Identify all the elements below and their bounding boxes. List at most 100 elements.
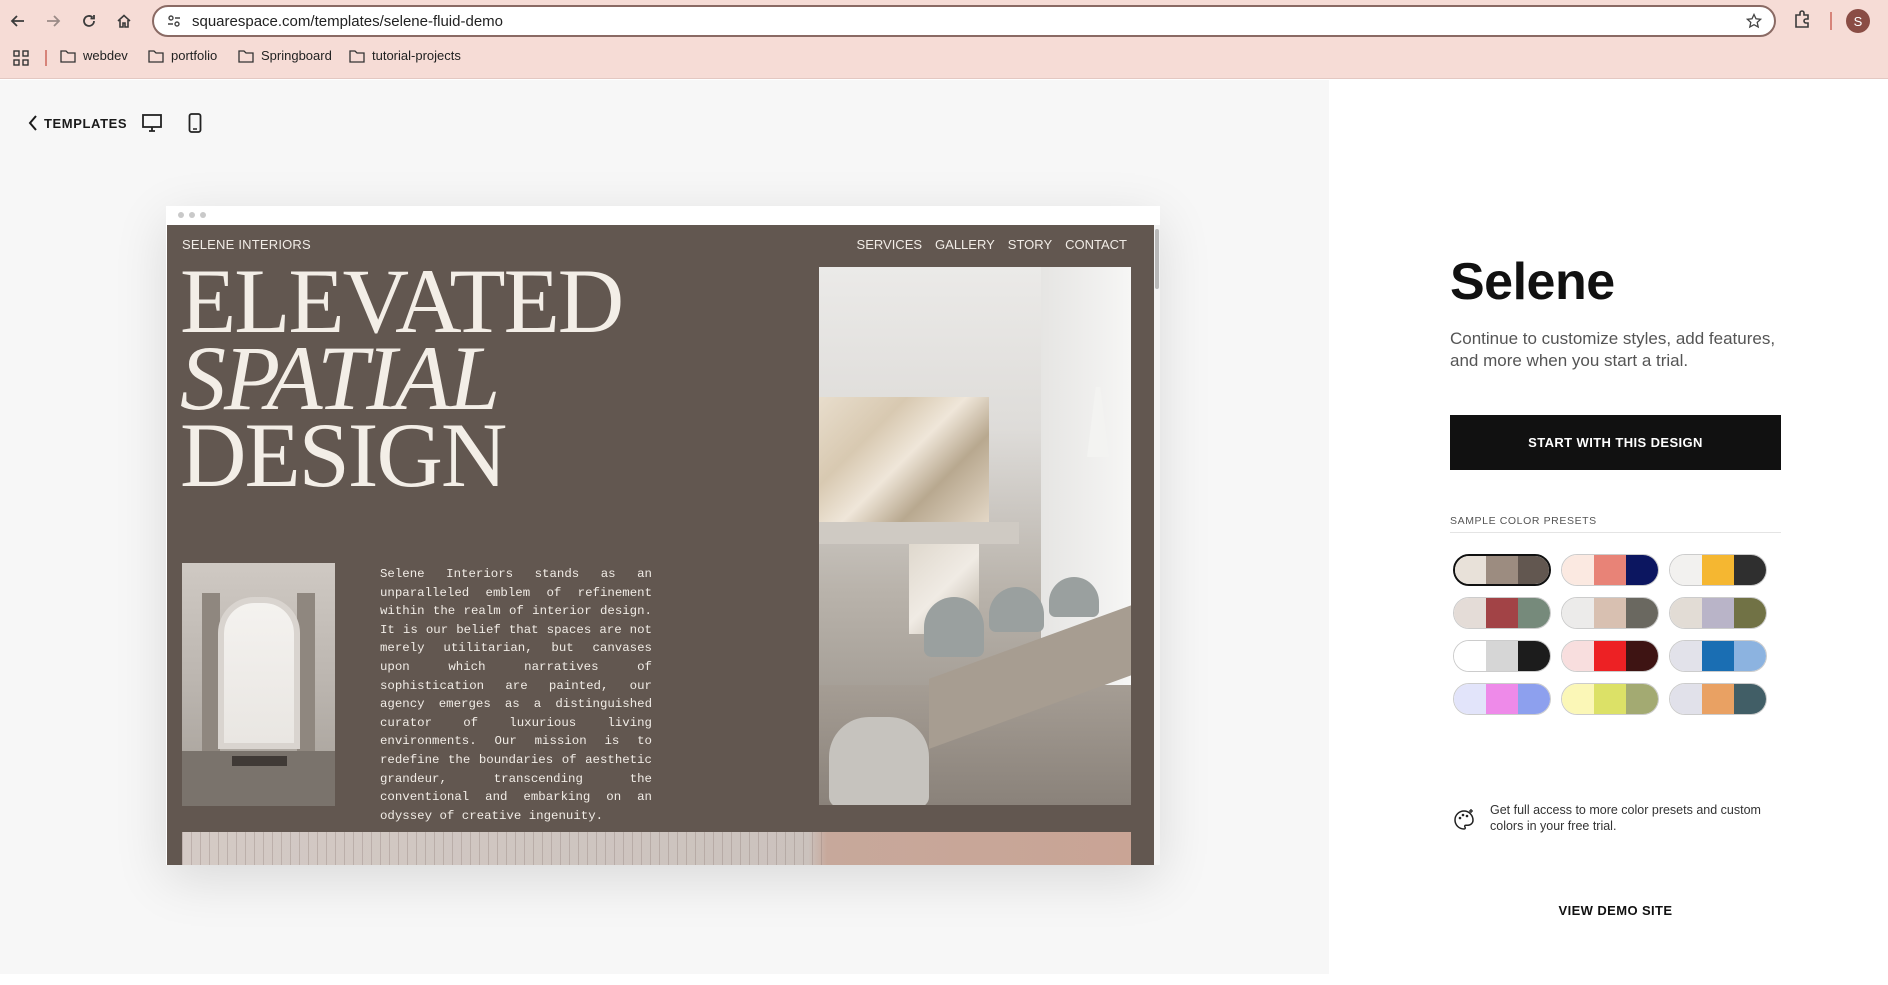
color-preset-4[interactable] — [1453, 597, 1551, 629]
folder-icon — [60, 49, 76, 63]
folder-icon — [148, 49, 164, 63]
color-preset-11[interactable] — [1561, 683, 1659, 715]
preset-swatch — [1562, 598, 1594, 628]
preset-swatch — [1734, 641, 1766, 671]
preset-swatch — [1562, 684, 1594, 714]
home-icon[interactable] — [111, 8, 137, 34]
preset-swatch — [1594, 555, 1626, 585]
view-demo-site-link[interactable]: VIEW DEMO SITE — [1450, 903, 1781, 918]
site-nav-services[interactable]: SERVICES — [857, 237, 923, 252]
preset-swatch — [1670, 598, 1702, 628]
bookmark-folder-webdev[interactable]: webdev — [60, 48, 128, 63]
headline-line-3: DESIGN — [180, 404, 507, 506]
template-info-panel: Selene Continue to customize styles, add… — [1329, 80, 1888, 985]
preset-swatch — [1455, 556, 1487, 584]
color-preset-9[interactable] — [1669, 640, 1767, 672]
bookmark-folder-portfolio[interactable]: portfolio — [148, 48, 217, 63]
template-title: Selene — [1450, 253, 1615, 311]
color-preset-12[interactable] — [1669, 683, 1767, 715]
extensions-icon[interactable] — [1792, 9, 1812, 34]
preset-swatch — [1670, 555, 1702, 585]
back-label: TEMPLATES — [44, 115, 128, 131]
preset-swatch — [1734, 555, 1766, 585]
color-preset-7[interactable] — [1453, 640, 1551, 672]
preset-swatch — [1670, 641, 1702, 671]
presets-divider — [1450, 532, 1781, 533]
address-bar[interactable]: squarespace.com/templates/selene-fluid-d… — [152, 5, 1776, 37]
folder-icon — [238, 49, 254, 63]
preset-swatch — [1486, 598, 1518, 628]
preset-swatch — [1486, 684, 1518, 714]
start-with-design-button[interactable]: START WITH THIS DESIGN — [1450, 415, 1781, 470]
preset-swatch — [1670, 684, 1702, 714]
bookmark-star-icon[interactable] — [1745, 12, 1763, 34]
palette-icon — [1452, 808, 1476, 837]
preset-swatch — [1518, 684, 1550, 714]
chevron-left-icon — [28, 115, 37, 131]
template-preview-area: TEMPLATES SELENE INTERIORS SERVICES GALL… — [0, 80, 1329, 974]
color-preset-8[interactable] — [1561, 640, 1659, 672]
color-preset-3[interactable] — [1669, 554, 1767, 586]
preset-swatch — [1518, 641, 1550, 671]
site-nav: SERVICES GALLERY STORY CONTACT — [857, 237, 1127, 252]
mobile-view-icon[interactable] — [188, 113, 202, 138]
browser-chrome: squarespace.com/templates/selene-fluid-d… — [0, 0, 1888, 79]
color-preset-6[interactable] — [1669, 597, 1767, 629]
preset-swatch — [1702, 598, 1734, 628]
bookmark-folder-tutorial-projects[interactable]: tutorial-projects — [349, 48, 461, 63]
back-to-templates-link[interactable]: TEMPLATES — [28, 115, 127, 131]
apps-grid-icon[interactable] — [13, 50, 29, 71]
back-arrow-icon[interactable] — [5, 8, 31, 34]
color-preset-2[interactable] — [1561, 554, 1659, 586]
color-preset-1[interactable] — [1453, 554, 1551, 586]
site-preview-frame: SELENE INTERIORS SERVICES GALLERY STORY … — [166, 206, 1160, 865]
preset-swatch — [1626, 598, 1658, 628]
site-preview[interactable]: SELENE INTERIORS SERVICES GALLERY STORY … — [167, 225, 1154, 865]
template-description: Continue to customize styles, add featur… — [1450, 329, 1776, 370]
color-preset-5[interactable] — [1561, 597, 1659, 629]
site-nav-contact[interactable]: CONTACT — [1065, 237, 1127, 252]
preset-swatch — [1594, 684, 1626, 714]
preset-swatch — [1702, 684, 1734, 714]
preset-swatch — [1734, 598, 1766, 628]
preset-swatch — [1486, 641, 1518, 671]
site-nav-story[interactable]: STORY — [1008, 237, 1052, 252]
preset-swatch — [1594, 641, 1626, 671]
preset-swatch — [1562, 641, 1594, 671]
color-presets-grid — [1453, 554, 1767, 715]
site-info-icon[interactable] — [164, 11, 184, 31]
preset-swatch — [1454, 641, 1486, 671]
preset-swatch — [1454, 598, 1486, 628]
bookmarks-divider — [45, 50, 47, 66]
bookmark-folder-springboard[interactable]: Springboard — [238, 48, 332, 63]
preset-swatch — [1626, 684, 1658, 714]
interior-photo-dining — [819, 267, 1131, 805]
forward-arrow-icon[interactable] — [40, 8, 66, 34]
bookmark-label: portfolio — [171, 48, 218, 63]
site-nav-gallery[interactable]: GALLERY — [935, 237, 995, 252]
preset-swatch — [1734, 684, 1766, 714]
preset-swatch — [1626, 555, 1658, 585]
preset-swatch — [1486, 556, 1518, 584]
preset-swatch — [1702, 641, 1734, 671]
color-presets-heading: SAMPLE COLOR PRESETS — [1450, 515, 1597, 527]
reload-icon[interactable] — [76, 8, 102, 34]
preset-swatch — [1454, 684, 1486, 714]
profile-avatar[interactable]: S — [1846, 9, 1870, 33]
color-preset-10[interactable] — [1453, 683, 1551, 715]
preset-swatch — [1702, 555, 1734, 585]
preset-swatch — [1626, 641, 1658, 671]
intro-paragraph: Selene Interiors stands as an unparallel… — [380, 567, 652, 823]
preset-swatch — [1562, 555, 1594, 585]
preview-scrollbar[interactable] — [1154, 225, 1160, 865]
interior-photo-window — [182, 563, 335, 806]
bookmark-label: webdev — [83, 48, 128, 63]
folder-icon — [349, 49, 365, 63]
desktop-view-icon[interactable] — [142, 114, 162, 137]
preset-swatch — [1517, 556, 1549, 584]
url-text: squarespace.com/templates/selene-fluid-d… — [192, 12, 503, 30]
window-dots — [178, 212, 206, 218]
hero-headline: ELEVATED SPATIAL DESIGN — [180, 255, 624, 506]
bookmark-label: Springboard — [261, 48, 332, 63]
bookmark-label: tutorial-projects — [372, 48, 461, 63]
